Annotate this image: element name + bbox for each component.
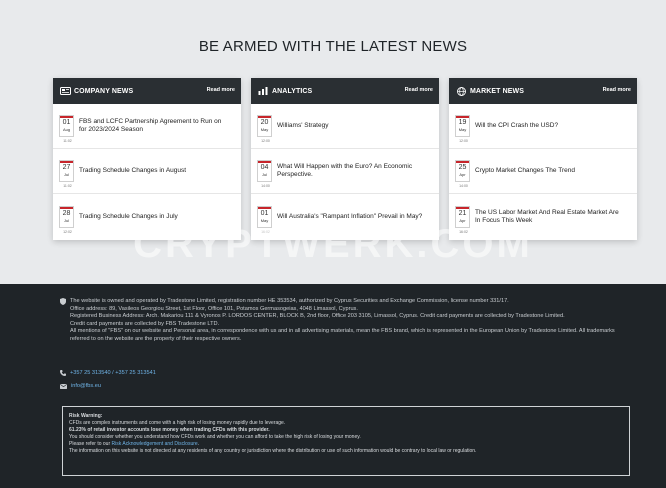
office-address: Office address: 89, Vasileos Georgiou St… [70,305,358,312]
market-news-card: MARKET NEWS Read more 19 May 12:00 Will th… [449,78,637,240]
license-text: The website is owned and operated by Tra… [70,298,509,304]
brand-text: All mentions of "FBS" on our website and… [70,328,615,342]
news-item[interactable]: 21 Apr 16:02 The US Labor Market And Real … [449,194,637,239]
news-title[interactable]: Trading Schedule Changes in August [79,167,229,175]
card-title: ANALYTICS [272,87,313,95]
payments-text: Credit card payments are collected by FB… [70,320,220,327]
newspaper-icon [59,86,71,96]
shield-icon [60,298,66,309]
registered-address: Registered Business Address: Arch. Makar… [70,313,565,320]
date-badge: 25 Apr 14:00 [455,160,470,188]
date-badge: 28 Jul 12:02 [59,205,74,234]
date-badge: 04 Jul 14:00 [257,160,272,188]
card-header: ANALYTICS Read more [251,78,439,104]
risk-disclosure-link[interactable]: Risk Acknowledgement and Disclosure [112,441,198,447]
email-icon [60,383,67,389]
news-item[interactable]: 28 Jul 12:02 Trading Schedule Changes in J… [53,194,241,239]
news-item[interactable]: 20 May 12:00 Williams' Strategy [251,104,439,149]
risk-line: The information on this website is not d… [69,448,477,454]
news-title[interactable]: The US Labor Market And Real Estate Mark… [475,209,625,225]
news-title[interactable]: What Will Happen with the Euro? An Econo… [277,163,427,179]
date-badge: 20 May 12:00 [257,115,272,143]
analytics-card: ANALYTICS Read more 20 May 12:00 Williams'… [251,78,439,240]
news-title[interactable]: Crypto Market Changes The Trend [475,167,625,175]
news-title[interactable]: Will the CPI Crash the USD? [475,122,625,130]
phone-icon [60,370,66,376]
risk-title: Risk Warning: [69,413,103,419]
email-address[interactable]: info@fbs.eu [71,383,101,389]
globe-icon [455,86,467,96]
news-item[interactable]: 01 May 16:02 Will Australia's "Rampant Inf… [251,194,439,239]
news-section: BE ARMED WITH THE LATEST NEWS COMPANY NE… [0,0,666,284]
news-item[interactable]: 25 Apr 14:00 Crypto Market Changes The Tre… [449,149,637,194]
read-more-link[interactable]: Read more [207,87,235,93]
date-badge: 01 May 16:02 [257,205,272,234]
read-more-link[interactable]: Read more [603,87,631,93]
section-heading: BE ARMED WITH THE LATEST NEWS [198,38,468,55]
risk-disclosure: Please refer to our Risk Acknowledgement… [69,441,200,447]
date-badge: 19 May 12:00 [455,115,470,143]
bar-chart-icon [257,86,269,96]
risk-warning-box: Risk Warning: CFDs are complex instrumen… [62,406,630,476]
card-title: COMPANY NEWS [74,87,134,95]
company-news-card: COMPANY NEWS Read more 01 Aug 11:02 FBS an… [53,78,241,240]
news-title[interactable]: Will Australia's "Rampant Inflation" Pre… [277,213,427,221]
card-header: MARKET NEWS Read more [449,78,637,104]
risk-line: You should consider whether you understa… [69,434,361,440]
card-title: MARKET NEWS [470,87,524,95]
card-header: COMPANY NEWS Read more [53,78,241,104]
email-contact[interactable]: info@fbs.eu [60,383,101,389]
read-more-link[interactable]: Read more [405,87,433,93]
risk-percentage: 61.23% of retail investor accounts lose … [69,427,270,433]
phone-contact[interactable]: +357 25 313540 / +357 25 313541 [60,370,156,376]
company-info: The website is owned and operated by Tra… [60,298,620,344]
phone-numbers[interactable]: +357 25 313540 / +357 25 313541 [70,370,156,376]
news-item[interactable]: 19 May 12:00 Will the CPI Crash the USD? [449,104,637,149]
news-item[interactable]: 27 Jul 11:02 Trading Schedule Changes in A… [53,149,241,194]
news-item[interactable]: 01 Aug 11:02 FBS and LCFC Partnership Agre… [53,104,241,149]
date-badge: 01 Aug 11:02 [59,115,74,143]
date-badge: 27 Jul 11:02 [59,160,74,188]
news-item[interactable]: 04 Jul 14:00 What Will Happen with the Eur… [251,149,439,194]
news-title[interactable]: Trading Schedule Changes in July [79,213,229,221]
risk-line: CFDs are complex instruments and come wi… [69,420,286,426]
date-badge: 21 Apr 16:02 [455,205,470,234]
news-title[interactable]: Williams' Strategy [277,122,427,130]
news-title[interactable]: FBS and LCFC Partnership Agreement to Ru… [79,118,229,134]
